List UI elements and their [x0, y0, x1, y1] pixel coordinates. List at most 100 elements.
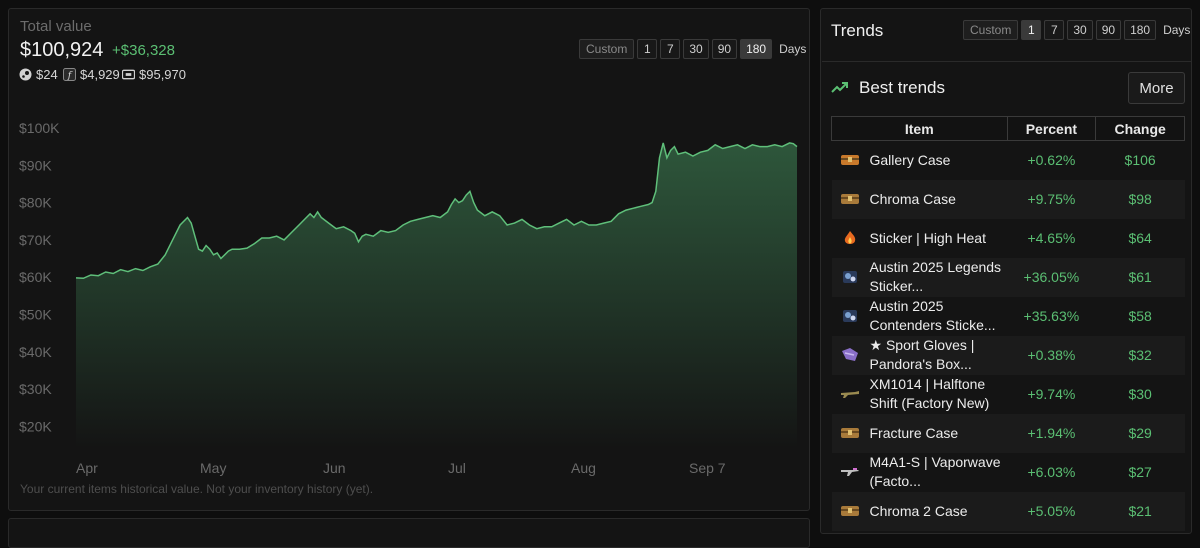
item-percent: +1.94%: [1007, 413, 1096, 453]
item-percent: +4.65%: [1007, 218, 1096, 258]
case-icon: [840, 503, 860, 519]
table-row[interactable]: Sticker | High Heat +4.65% $64: [831, 218, 1185, 258]
y-axis-tick-label: $50K: [19, 307, 52, 323]
item-percent: +9.74%: [1007, 374, 1096, 414]
column-header-change[interactable]: Change: [1095, 116, 1185, 141]
table-row[interactable]: Austin 2025 Legends Sticker... +36.05% $61: [831, 257, 1185, 297]
item-change: $58: [1095, 296, 1185, 336]
trends-range-custom-button[interactable]: Custom: [963, 20, 1019, 40]
sticker-icon: [840, 230, 860, 246]
best-trends-title: Best trends: [859, 78, 945, 97]
y-axis-tick-label: $30K: [19, 381, 52, 397]
table-row[interactable]: Fracture Case +1.94% $29: [831, 413, 1185, 453]
item-name[interactable]: ★ Sport Gloves | Pandora's Box...: [870, 336, 1008, 374]
item-cell: Sticker | High Heat: [831, 218, 1008, 258]
chart-footnote: Your current items historical value. Not…: [20, 482, 374, 496]
x-axis-tick-label: Jul: [448, 460, 466, 476]
item-name[interactable]: M4A1-S | Vaporwave (Facto...: [870, 453, 1008, 491]
breakdown-wallet: $95,970: [122, 67, 186, 82]
table-row[interactable]: Chroma 2 Case +5.05% $21: [831, 491, 1185, 531]
range-180-button[interactable]: 180: [740, 39, 773, 59]
item-change: $30: [1095, 374, 1185, 414]
table-row[interactable]: XM1014 | Halftone Shift (Factory New) +9.…: [831, 374, 1185, 414]
range-90-button[interactable]: 90: [711, 39, 738, 59]
total-value-label: Total value: [20, 18, 92, 35]
item-name[interactable]: Gallery Case: [870, 151, 951, 170]
range-1-button[interactable]: 1: [637, 39, 658, 59]
table-row[interactable]: M4A1-S | Vaporwave (Facto... +6.03% $27: [831, 452, 1185, 492]
x-axis-tick-label: Aug: [571, 460, 596, 476]
breakdown-market: f $4,929: [63, 67, 120, 82]
x-axis-tick-label: May: [200, 460, 226, 476]
item-percent: +35.63%: [1007, 296, 1096, 336]
item-name[interactable]: Chroma Case: [870, 190, 956, 209]
item-cell: Austin 2025 Contenders Sticke...: [831, 296, 1008, 336]
trends-panel: Trends Custom 1 7 30 90 180 Days Best tr…: [820, 8, 1192, 534]
item-name[interactable]: Fracture Case: [870, 424, 959, 443]
item-name[interactable]: Austin 2025 Legends Sticker...: [870, 258, 1008, 296]
x-axis-tick-label: Apr: [76, 460, 98, 476]
item-cell: Austin 2025 Legends Sticker...: [831, 257, 1008, 297]
item-cell: XM1014 | Halftone Shift (Factory New): [831, 374, 1008, 414]
range-custom-button[interactable]: Custom: [579, 39, 635, 59]
table-row[interactable]: ★ Sport Gloves | Pandora's Box... +0.38% $…: [831, 335, 1185, 375]
item-cell: Fracture Case: [831, 413, 1008, 453]
item-cell: M4A1-S | Vaporwave (Facto...: [831, 452, 1008, 492]
capsule-icon: [840, 269, 860, 285]
column-header-item[interactable]: Item: [831, 116, 1008, 141]
item-name[interactable]: Chroma 2 Case: [870, 502, 968, 521]
best-trends-table: Item Percent Change Gallery Case +0.62% $1…: [831, 116, 1185, 531]
skinport-f-icon: f: [63, 68, 76, 81]
breakdown-market-value: $4,929: [80, 67, 120, 82]
total-value: $100,924: [20, 39, 104, 61]
item-cell: Chroma Case: [831, 179, 1008, 219]
portfolio-value-panel: Total value $100,924 +$36,328 $24 f $4,9…: [8, 8, 810, 511]
item-name[interactable]: Sticker | High Heat: [870, 229, 986, 248]
item-change: $27: [1095, 452, 1185, 492]
breakdown-steam: $24: [19, 67, 58, 82]
trends-range-unit-label: Days: [1163, 23, 1191, 37]
trends-range-180-button[interactable]: 180: [1124, 20, 1157, 40]
range-unit-label: Days: [779, 42, 807, 56]
item-change: $61: [1095, 257, 1185, 297]
case-icon: [840, 191, 860, 207]
item-percent: +6.03%: [1007, 452, 1096, 492]
y-axis-tick-label: $40K: [19, 344, 52, 360]
item-name[interactable]: XM1014 | Halftone Shift (Factory New): [870, 375, 1008, 413]
trends-range-90-button[interactable]: 90: [1095, 20, 1122, 40]
column-header-percent[interactable]: Percent: [1006, 116, 1097, 141]
trends-range-7-button[interactable]: 7: [1044, 20, 1065, 40]
item-name[interactable]: Austin 2025 Contenders Sticke...: [870, 297, 1008, 335]
total-value-delta: +$36,328: [112, 42, 175, 59]
wallet-icon: [122, 68, 135, 81]
item-change: $64: [1095, 218, 1185, 258]
table-row[interactable]: Austin 2025 Contenders Sticke... +35.63% $…: [831, 296, 1185, 336]
trends-range-30-button[interactable]: 30: [1067, 20, 1093, 40]
item-percent: +0.38%: [1007, 335, 1096, 375]
breakdown-wallet-value: $95,970: [139, 67, 186, 82]
trends-range-1-button[interactable]: 1: [1021, 20, 1042, 40]
table-row[interactable]: Chroma Case +9.75% $98: [831, 179, 1185, 219]
item-percent: +5.05%: [1007, 491, 1096, 531]
item-change: $32: [1095, 335, 1185, 375]
item-change: $21: [1095, 491, 1185, 531]
range-30-button[interactable]: 30: [683, 39, 709, 59]
breakdown-steam-value: $24: [36, 67, 58, 82]
value-area: [76, 142, 797, 449]
trends-title: Trends: [831, 21, 884, 40]
item-change: $98: [1095, 179, 1185, 219]
y-axis-tick-label: $90K: [19, 157, 52, 173]
table-row[interactable]: Gallery Case +0.62% $106: [831, 140, 1185, 180]
more-button[interactable]: More: [1128, 72, 1185, 104]
range-7-button[interactable]: 7: [660, 39, 681, 59]
item-percent: +36.05%: [1007, 257, 1096, 297]
x-axis-tick-label: Sep 7: [689, 460, 726, 476]
item-percent: +9.75%: [1007, 179, 1096, 219]
item-cell: Gallery Case: [831, 140, 1008, 180]
trends-range-selector: Custom 1 7 30 90 180 Days: [963, 20, 1190, 40]
trending-up-icon: [831, 80, 849, 98]
y-axis-tick-label: $20K: [19, 418, 52, 434]
rifle-icon: [840, 464, 860, 480]
secondary-panel: [8, 518, 810, 548]
portfolio-value-chart[interactable]: $100K $90K $80K $70K $60K $50K $40K $30K $20K Ap…: [9, 109, 809, 479]
